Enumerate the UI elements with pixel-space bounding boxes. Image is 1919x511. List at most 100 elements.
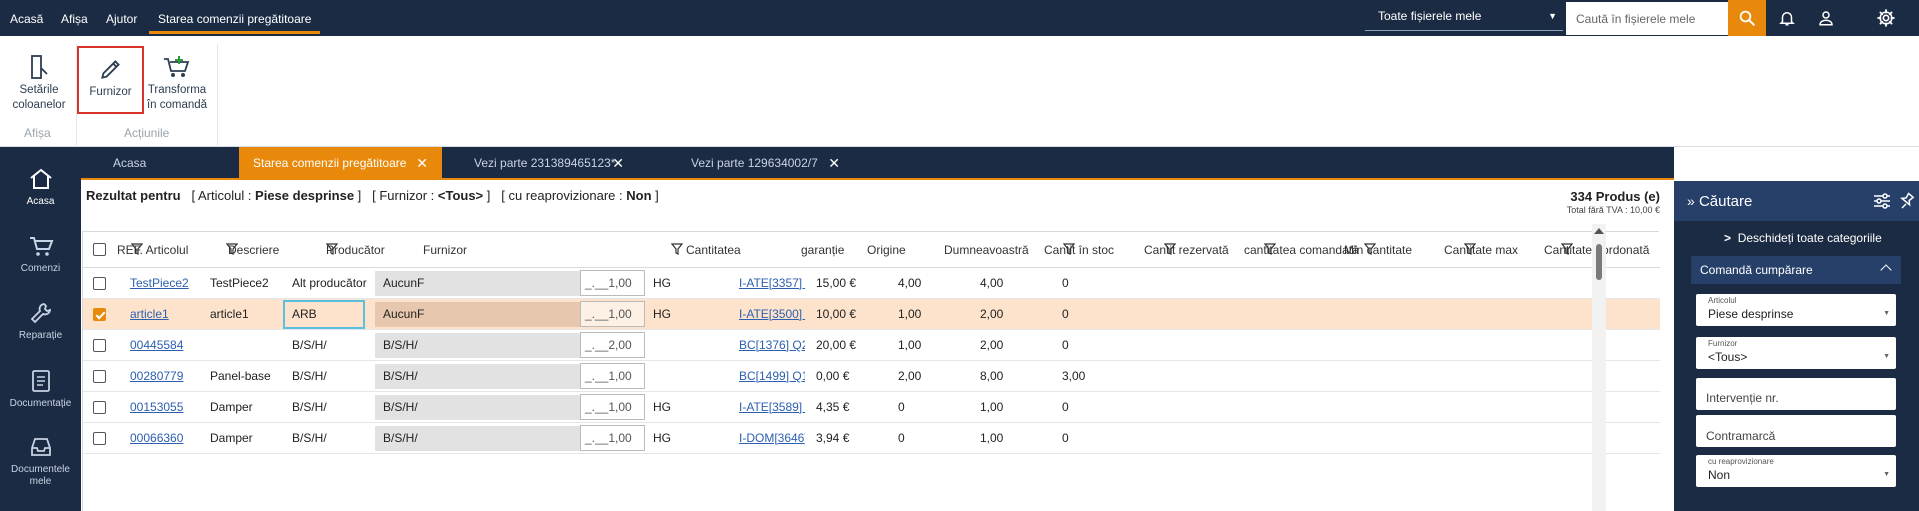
origin-link[interactable]: I-ATE[3357] Q1 [739, 268, 805, 299]
filter-icon[interactable] [1561, 243, 1573, 255]
origin-link[interactable]: I-ATE[3589] Q1 [739, 392, 805, 423]
supplier-select[interactable]: Furnizor <Tous> ▼ [1696, 337, 1896, 369]
quantity-input[interactable]: _.__1,00 [580, 301, 645, 327]
section-purchase-order[interactable]: Comandă cumpărare [1691, 256, 1901, 284]
stock-cell: 2,00 [898, 369, 922, 383]
table-row[interactable]: 00280779 Panel-base B/S/H/B/S/H/ _.__1,00 BC… [83, 361, 1660, 392]
ordered-cell: 0 [1062, 400, 1069, 414]
article-select[interactable]: Articolul Piese desprinse ▼ [1696, 294, 1896, 326]
column-header-manufacturer[interactable]: Producător [326, 232, 421, 268]
row-checkbox[interactable] [93, 432, 106, 445]
close-icon[interactable]: ✕ [416, 147, 428, 180]
restock-select[interactable]: cu reaprovizionare Non ▼ [1696, 455, 1896, 487]
filter-restock-prefix: [ cu reaprovizionare : [501, 188, 627, 203]
tab-view-part-2[interactable]: Vezi parte 129634002/7 ✕ [677, 147, 840, 178]
account-button[interactable] [1810, 0, 1842, 36]
filter-icon[interactable] [326, 243, 338, 255]
filter-icon[interactable] [1364, 243, 1376, 255]
row-checkbox[interactable] [93, 308, 106, 321]
close-icon[interactable]: ✕ [612, 147, 624, 180]
ref-link[interactable]: TestPiece2 [130, 268, 208, 299]
filter-icon[interactable] [671, 243, 683, 255]
quantity-input[interactable]: _.__1,00 [580, 394, 645, 420]
column-header-supplier[interactable]: Furnizor [423, 232, 568, 268]
table-row[interactable]: 00066360 Damper B/S/H/B/S/H/ _.__1,00 HG I-DO… [83, 423, 1660, 454]
table-row[interactable]: 00445584 B/S/H/B/S/H/ _.__2,00 BC[1376] Q2 … [83, 330, 1660, 361]
notifications-button[interactable] [1771, 0, 1803, 36]
filter-icon[interactable] [1264, 243, 1276, 255]
ref-link[interactable]: 00445584 [130, 330, 208, 361]
origin-link[interactable]: BC[1499] Q1 sc [739, 361, 805, 392]
vertical-scrollbar[interactable] [1592, 224, 1606, 511]
intervention-field[interactable]: Intervenție nr. [1696, 378, 1896, 410]
nav-documentation[interactable]: Documentație [0, 367, 81, 410]
nav-documentation-label: Documentație [9, 398, 72, 409]
quantity-input[interactable]: _.__1,00 [580, 363, 645, 389]
scroll-up-icon[interactable] [1594, 228, 1604, 234]
sliders-icon[interactable] [1873, 193, 1891, 209]
expand-all-categories[interactable]: > Deschideți toate categoriile [1724, 227, 1882, 249]
menu-order-status[interactable]: Starea comenzii pregătitoare [149, 0, 321, 34]
menu-help[interactable]: Ajutor [106, 0, 137, 34]
row-checkbox[interactable] [93, 339, 106, 352]
ordered-cell: 0 [1062, 338, 1069, 352]
column-header-description[interactable]: Descriere [228, 232, 323, 268]
nav-my-documents[interactable]: Documentele mele [0, 433, 81, 488]
nav-home[interactable]: Acasa [0, 165, 81, 208]
column-header-your-price[interactable]: Dumneavoastră [944, 232, 1059, 268]
quantity-input[interactable]: _.__1,00 [580, 425, 645, 451]
countermark-field[interactable]: Contramarcă [1696, 415, 1896, 447]
pin-icon[interactable] [1899, 192, 1915, 210]
table-row[interactable]: TestPiece2 TestPiece2 Alt producător AucunF… [83, 268, 1660, 299]
supplier-button[interactable]: Furnizor [77, 46, 144, 114]
table-row[interactable]: 00153055 Damper B/S/H/B/S/H/ _.__1,00 HG I-AT… [83, 392, 1660, 423]
scope-select[interactable]: Toate fișierele mele ▼ [1365, 2, 1563, 31]
nav-repair[interactable]: Reparație [0, 299, 81, 342]
filter-icon[interactable] [1164, 243, 1176, 255]
origin-link[interactable]: BC[1376] Q2 Lc [739, 330, 805, 361]
table-row[interactable]: article1 article1 ARB AucunF _.__1,00 HG I-ATE… [83, 299, 1660, 330]
ref-link[interactable]: 00153055 [130, 392, 208, 423]
origin-link[interactable]: I-ATE[3500] Q1 [739, 299, 805, 330]
price-cell: 0,00 € [816, 369, 850, 383]
top-bar: Acasă Afișa Ajutor Starea comenzii pregă… [0, 0, 1919, 36]
column-header-quantity[interactable]: Cantitatea [686, 232, 766, 268]
close-icon[interactable]: ✕ [828, 147, 840, 180]
column-settings-button[interactable]: Setările coloanelor [8, 50, 70, 113]
search-input[interactable] [1566, 2, 1728, 35]
settings-button[interactable] [1870, 0, 1902, 36]
select-all-checkbox[interactable] [93, 243, 106, 256]
scroll-thumb[interactable] [1596, 244, 1602, 280]
ref-link[interactable]: 00066360 [130, 423, 208, 454]
search-button[interactable] [1728, 0, 1766, 36]
quantity-input[interactable]: _.__1,00 [580, 270, 645, 296]
tab-home[interactable]: Acasa [81, 147, 239, 178]
ref-link[interactable]: article1 [130, 299, 208, 330]
tab-order-status[interactable]: Starea comenzii pregătitoare ✕ [239, 147, 442, 178]
row-checkbox[interactable] [93, 277, 106, 290]
filter-icon[interactable] [226, 243, 238, 255]
reserved-cell: 2,00 [980, 307, 1004, 321]
supplier-dropdown-value: B/S/H/ [383, 338, 418, 352]
caret-down-icon: ▼ [1548, 11, 1557, 21]
description-cell: TestPiece2 [210, 276, 269, 290]
filter-icon[interactable] [131, 243, 143, 255]
nav-orders[interactable]: Comenzi [0, 232, 81, 275]
transform-to-order-button[interactable]: Transforma în comandă [145, 50, 209, 113]
menu-home[interactable]: Acasă [10, 0, 43, 34]
manufacturer-cell: B/S/H/ [292, 400, 327, 414]
origin-link[interactable]: I-DOM[3646] C [739, 423, 805, 454]
row-checkbox[interactable] [93, 401, 106, 414]
ribbon-separator [76, 44, 77, 148]
tab-view-part-1[interactable]: Vezi parte 231389465123* ✕ [460, 147, 640, 178]
intervention-placeholder: Intervenție nr. [1706, 391, 1779, 405]
search-panel-title-text: Căutare [1698, 193, 1753, 210]
filter-summary: Rezultat pentru [ Articolul : Piese desp… [86, 188, 659, 203]
filter-icon[interactable] [1063, 243, 1075, 255]
ref-link[interactable]: 00280779 [130, 361, 208, 392]
menu-view[interactable]: Afișa [61, 0, 88, 34]
quantity-input[interactable]: _.__2,00 [580, 332, 645, 358]
filter-icon[interactable] [1464, 243, 1476, 255]
row-checkbox[interactable] [93, 370, 106, 383]
double-chevron-right-icon[interactable]: » [1687, 193, 1695, 209]
